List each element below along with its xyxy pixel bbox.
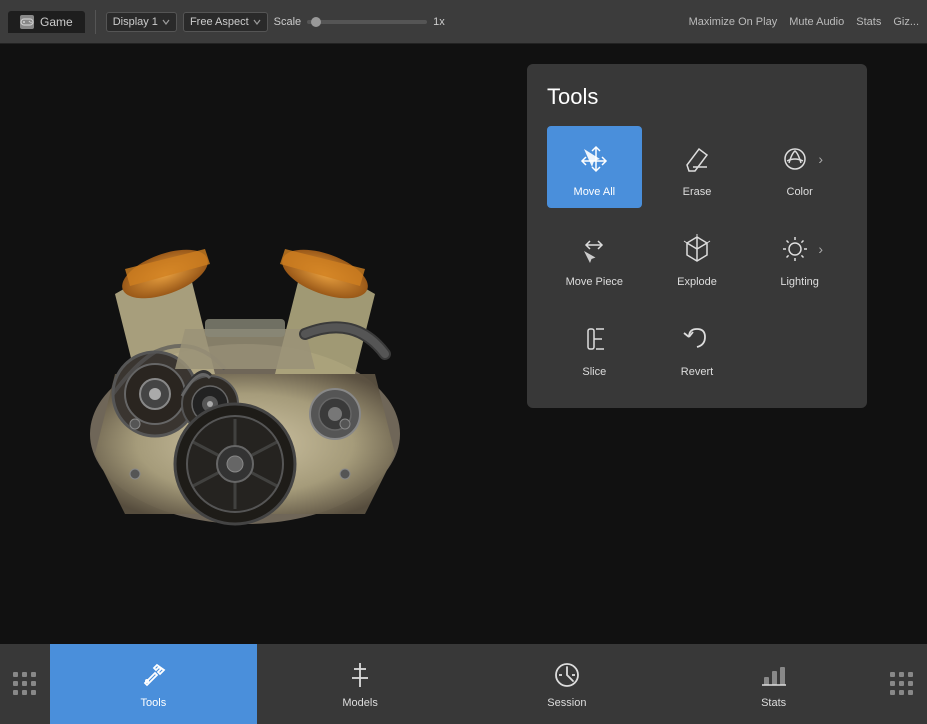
nav-tools-label: Tools bbox=[141, 697, 167, 709]
scale-slider[interactable] bbox=[307, 20, 427, 24]
nav-stats-label: Stats bbox=[761, 697, 786, 709]
nav-stats[interactable]: Stats bbox=[670, 644, 877, 724]
dot bbox=[890, 681, 895, 686]
tool-lighting-label: Lighting bbox=[780, 276, 819, 288]
nav-stats-icon bbox=[758, 659, 790, 691]
dot bbox=[31, 681, 36, 686]
nav-models-icon bbox=[344, 659, 376, 691]
dot bbox=[22, 681, 27, 686]
tool-color-label: Color bbox=[787, 186, 813, 198]
game-tab-label: Game bbox=[40, 15, 73, 29]
divider-1 bbox=[95, 10, 96, 34]
dot bbox=[31, 690, 36, 695]
nav-items: Tools Models bbox=[50, 644, 877, 724]
scale-value: 1x bbox=[433, 16, 445, 28]
tool-revert[interactable]: Revert bbox=[650, 306, 745, 388]
engine-image bbox=[35, 174, 455, 594]
display-label: Display 1 bbox=[113, 16, 158, 28]
dot bbox=[908, 672, 913, 677]
aspect-label: Free Aspect bbox=[190, 16, 249, 28]
dot bbox=[13, 690, 18, 695]
lighting-icon-row: › bbox=[776, 230, 823, 268]
nav-session-label: Session bbox=[547, 697, 586, 709]
stats-btn[interactable]: Stats bbox=[856, 16, 881, 28]
lighting-expand-icon: › bbox=[818, 241, 823, 257]
tool-move-piece-label: Move Piece bbox=[566, 276, 623, 288]
move-all-icon bbox=[575, 140, 613, 178]
tool-color[interactable]: › Color bbox=[752, 126, 847, 208]
game-area: Tools Move All bbox=[0, 44, 927, 724]
tools-grid: Move All Erase bbox=[547, 126, 847, 388]
color-icon-row: › bbox=[776, 140, 823, 178]
nav-session-icon bbox=[551, 659, 583, 691]
dot bbox=[890, 690, 895, 695]
dot bbox=[908, 690, 913, 695]
aspect-select[interactable]: Free Aspect bbox=[183, 12, 268, 32]
maximize-btn[interactable]: Maximize On Play bbox=[689, 16, 778, 28]
tool-revert-label: Revert bbox=[681, 366, 713, 378]
color-icon bbox=[776, 140, 814, 178]
top-bar: Game Display 1 Free Aspect Scale 1x Maxi… bbox=[0, 0, 927, 44]
dot bbox=[13, 681, 18, 686]
nav-dots-right bbox=[877, 644, 927, 724]
dot bbox=[899, 690, 904, 695]
tool-slice[interactable]: Slice bbox=[547, 306, 642, 388]
tools-panel: Tools Move All bbox=[527, 64, 867, 408]
erase-icon bbox=[678, 140, 716, 178]
tool-move-piece[interactable]: Move Piece bbox=[547, 216, 642, 298]
display-select[interactable]: Display 1 bbox=[106, 12, 177, 32]
tool-erase[interactable]: Erase bbox=[650, 126, 745, 208]
dot bbox=[890, 672, 895, 677]
tools-title: Tools bbox=[547, 84, 847, 110]
mute-btn[interactable]: Mute Audio bbox=[789, 16, 844, 28]
tool-slice-label: Slice bbox=[582, 366, 606, 378]
lighting-icon bbox=[776, 230, 814, 268]
tool-erase-label: Erase bbox=[683, 186, 712, 198]
scale-label: Scale bbox=[274, 16, 302, 28]
dot bbox=[908, 681, 913, 686]
dot bbox=[22, 690, 27, 695]
color-expand-icon: › bbox=[818, 151, 823, 167]
game-tab-icon bbox=[20, 15, 34, 29]
dot bbox=[899, 681, 904, 686]
scale-section: Scale 1x bbox=[274, 16, 445, 28]
dot bbox=[31, 672, 36, 677]
nav-models[interactable]: Models bbox=[257, 644, 464, 724]
revert-icon bbox=[678, 320, 716, 358]
top-bar-right: Maximize On Play Mute Audio Stats Giz... bbox=[689, 16, 919, 28]
engine-area bbox=[0, 44, 490, 724]
explode-icon bbox=[678, 230, 716, 268]
tool-move-all-label: Move All bbox=[574, 186, 616, 198]
dots-grid-left bbox=[13, 672, 37, 696]
tool-move-all[interactable]: Move All bbox=[547, 126, 642, 208]
gizmos-btn[interactable]: Giz... bbox=[893, 16, 919, 28]
dot bbox=[13, 672, 18, 677]
tool-lighting[interactable]: › Lighting bbox=[752, 216, 847, 298]
nav-dots-left bbox=[0, 644, 50, 724]
slice-icon bbox=[575, 320, 613, 358]
move-piece-icon bbox=[575, 230, 613, 268]
nav-session[interactable]: Session bbox=[464, 644, 671, 724]
nav-models-label: Models bbox=[342, 697, 377, 709]
dot bbox=[899, 672, 904, 677]
dot bbox=[22, 672, 27, 677]
nav-tools[interactable]: Tools bbox=[50, 644, 257, 724]
nav-tools-icon bbox=[137, 659, 169, 691]
tool-explode[interactable]: Explode bbox=[650, 216, 745, 298]
tool-explode-label: Explode bbox=[677, 276, 717, 288]
dots-grid-right bbox=[890, 672, 914, 696]
bottom-nav: Tools Models bbox=[0, 644, 927, 724]
game-tab[interactable]: Game bbox=[8, 11, 85, 33]
